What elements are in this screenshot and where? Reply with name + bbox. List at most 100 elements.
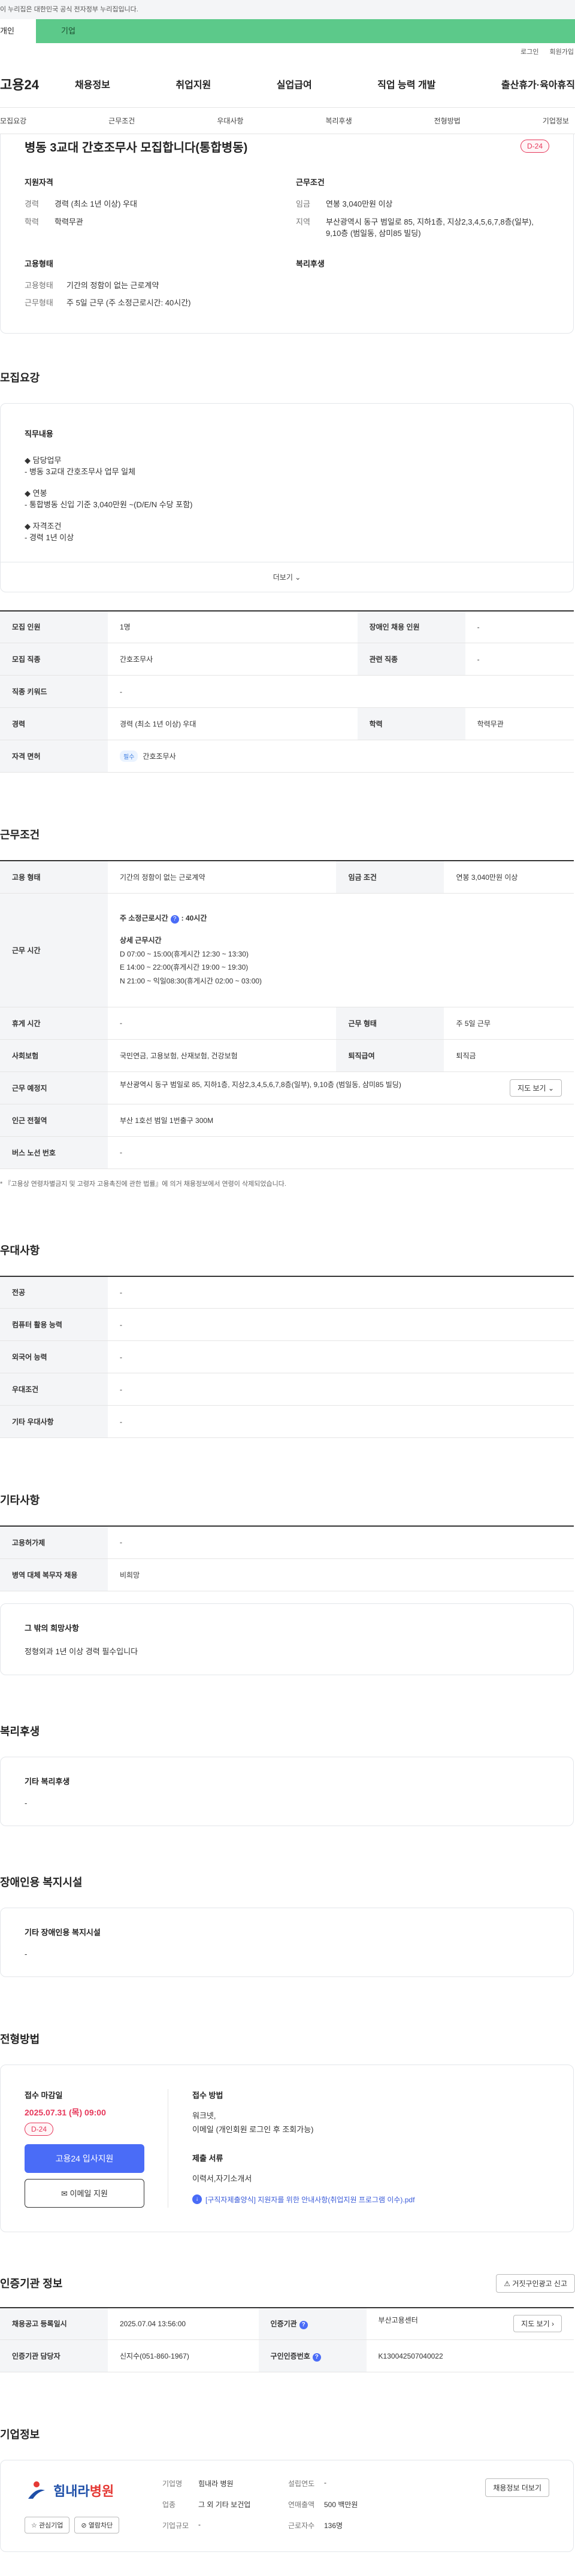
education-value: 학력무관 [465, 707, 574, 740]
dday-badge: D-24 [520, 140, 549, 153]
docs-value: 이력서,자기소개서 [192, 2174, 252, 2184]
anchor-welfare[interactable]: 복리후생 [325, 116, 352, 126]
table-row: 모집 인원 1명 장애인 채용 인원 - [0, 610, 574, 643]
deadline-label: 접수 마감일 [25, 2090, 63, 2100]
chevron-down-icon: ⌄ [547, 1083, 554, 1092]
license-cell: 필수 간호조무사 [108, 740, 574, 773]
military-value: 비희망 [108, 1558, 574, 1591]
interest-button[interactable]: ☆ 관심기업 [25, 2517, 70, 2533]
qualification-heading: 지원자격 [25, 178, 53, 187]
disabled-hire-label: 장애인 채용 인원 [357, 610, 465, 643]
info-icon[interactable]: ? [299, 2320, 308, 2329]
company-section-title: 기업정보 [0, 2429, 40, 2441]
weekly-hours-label: 주 소정근로시간 [120, 914, 168, 922]
conditions-section-title: 근무조건 [0, 829, 40, 841]
table-row: 경력 경력 (최소 1년 이상) 우대 학력 학력무관 [0, 707, 574, 740]
break-label: 휴게 시간 [0, 1007, 108, 1040]
anchor-apply[interactable]: 전형방법 [434, 116, 461, 126]
agency-cell: 부산고용센터 지도 보기 › [366, 2306, 574, 2340]
work-condition-heading: 근무조건 [296, 178, 325, 187]
cert-header: 인증기관 정보 ⚠ 거짓구인광고 신고 [0, 2274, 575, 2293]
location-label: 근무 예정지 [0, 1071, 108, 1104]
etc-table: 고용허가제 - 병역 대체 복무자 채용 비희망 [0, 1525, 574, 1591]
career-label: 경력 [0, 707, 108, 740]
table-row: 사회보험 국민연금, 고용보험, 산재보험, 건강보험 퇴직급여 퇴직금 [0, 1039, 574, 1072]
welfare-box: 기타 복리후생 - [0, 1756, 574, 1826]
agency-map-button[interactable]: 지도 보기 › [513, 2315, 562, 2333]
employment-type-block: 고용형태 고용형태 기간의 정함이 없는 근로계약 근무형태 주 5일 근무 (주 … [25, 258, 278, 315]
qual-career-label: 경력 [25, 199, 39, 208]
company-jobs-button[interactable]: 채용정보 더보기 [485, 2478, 549, 2497]
logo-main-text: 힘내라 [53, 2484, 90, 2499]
cert-id-label-text: 구인인증번호 [270, 2351, 310, 2360]
break-value: - [108, 1007, 337, 1040]
more-button[interactable]: 더보기 ⌄ [1, 561, 573, 592]
menu-unemployment-benefit[interactable]: 실업급여 [277, 77, 312, 91]
retire-label: 퇴직급여 [336, 1039, 444, 1072]
apply-button[interactable]: 고용24 입사지원 [25, 2144, 144, 2173]
menu-vocational-training[interactable]: 직업 능력 개발 [377, 77, 435, 91]
related-job-label: 관련 직종 [357, 643, 465, 676]
cert-id-value: K130042507040022 [366, 2339, 574, 2372]
email-apply-button[interactable]: ✉ 이메일 지원 [25, 2178, 144, 2208]
report-icon: ⚠ [504, 2279, 510, 2288]
table-row: 전공 - [0, 1275, 574, 1309]
tab-personal[interactable]: 개인 [0, 19, 36, 43]
work-form-label: 근무형태 [25, 298, 53, 307]
attachment-link[interactable]: ↓ [구직자제출양식] 지원자를 위한 안내사항(취업지원 프로그램 이수).pd… [192, 2194, 549, 2205]
job-title: 병동 3교대 간호조무사 모집합니다(통합병동) [25, 141, 248, 155]
region-value: 부산광역시 동구 범일로 85, 지하1층, 지상2,3,4,5,6,7,8층(… [326, 217, 534, 238]
bus-value: - [108, 1136, 574, 1169]
desc-line: ◆ 자격조건 [25, 521, 62, 531]
industry-value: 그 외 기타 보건업 [198, 2501, 251, 2509]
cert-id-label: 구인인증번호? [258, 2339, 367, 2372]
founded-value: - [324, 2478, 326, 2487]
job-description-heading: 직무내용 [25, 429, 53, 438]
company-logo-area: 힘내라병원 ☆ 관심기업 ⊘ 열람차단 [25, 2478, 156, 2533]
career-value: 경력 (최소 1년 이상) 우대 [108, 707, 358, 740]
headcount-label: 모집 인원 [0, 610, 108, 643]
welfare-summary-heading: 복리후생 [296, 259, 325, 268]
attachment-name: [구직자제출양식] 지원자를 위한 안내사항(취업지원 프로그램 이수).pdf [205, 2195, 415, 2204]
login-link[interactable]: 로그인 [520, 47, 538, 56]
apply-left: 접수 마감일 2025.07.31 (목) 09:00 D-24 고용24 입사… [25, 2088, 168, 2208]
recruit-table: 모집 인원 1명 장애인 채용 인원 - 모집 직종 간호조무사 관련 직종 -… [0, 610, 574, 773]
shift-line: E 14:00 ~ 22:00(휴게시간 19:00 ~ 19:30) [120, 963, 249, 972]
reg-date-label: 채용공고 등록일시 [0, 2306, 108, 2340]
report-button[interactable]: ⚠ 거짓구인광고 신고 [496, 2274, 575, 2293]
anchor-recruit[interactable]: 모집요강 [0, 116, 26, 126]
desc-line: - 병동 3교대 간호조무사 업무 일체 [25, 467, 136, 476]
disabled-facility-box: 기타 장애인용 복지시설 - [0, 1907, 574, 1977]
anchor-preference[interactable]: 우대사항 [217, 116, 243, 126]
preference-table: 전공 - 컴퓨터 활용 능력 - 외국어 능력 - 우대조건 - 기타 우대사항 - [0, 1275, 574, 1438]
company-name-value: 힘내라 병원 [198, 2480, 234, 2488]
map-button[interactable]: 지도 보기 ⌄ [510, 1079, 562, 1097]
table-row: 휴게 시간 - 근무 형태 주 5일 근무 [0, 1007, 574, 1040]
agency-label: 인증기관? [258, 2306, 367, 2340]
qualification-block: 지원자격 경력 경력 (최소 1년 이상) 우대 학력 학력무관 [25, 176, 278, 246]
block-label: 열람차단 [88, 2522, 113, 2529]
anchor-conditions[interactable]: 근무조건 [108, 116, 135, 126]
site-logo[interactable]: 고용24 [0, 74, 75, 93]
founded-label: 설립연도 [288, 2480, 315, 2488]
welfare-section-title: 복리후생 [0, 1725, 40, 1737]
block-button[interactable]: ⊘ 열람차단 [74, 2517, 120, 2533]
info-icon[interactable]: ? [170, 915, 179, 924]
anchor-company[interactable]: 기업정보 [543, 116, 569, 126]
menu-job-info[interactable]: 채용정보 [75, 77, 110, 91]
table-row: 근무 시간 주 소정근로시간?: 40시간 상세 근무시간 D 07:00 ~ … [0, 893, 574, 1007]
wage-label: 임금 [296, 199, 310, 208]
menu-employment-support[interactable]: 취업지원 [175, 77, 211, 91]
join-link[interactable]: 회원가입 [550, 47, 574, 56]
required-badge: 필수 [120, 750, 138, 762]
method-line: 이메일 (개인회원 로그인 후 조회가능) [192, 2124, 314, 2134]
wage-value: 연봉 3,040만원 이상 [326, 199, 393, 208]
insurance-value: 국민연금, 고용보험, 산재보험, 건강보험 [108, 1039, 337, 1072]
info-icon[interactable]: ? [312, 2353, 321, 2362]
tab-company[interactable]: 기업 [36, 19, 575, 43]
menu-parental-leave[interactable]: 출산휴가·육아휴직 [501, 77, 575, 91]
preference-section-title: 우대사항 [0, 1244, 40, 1257]
interest-label: 관심기업 [38, 2522, 63, 2529]
table-row: 인증기관 담당자 신지수(051-860-1967) 구인인증번호? K1300… [0, 2339, 574, 2372]
table-row: 버스 노선 번호 - [0, 1136, 574, 1169]
